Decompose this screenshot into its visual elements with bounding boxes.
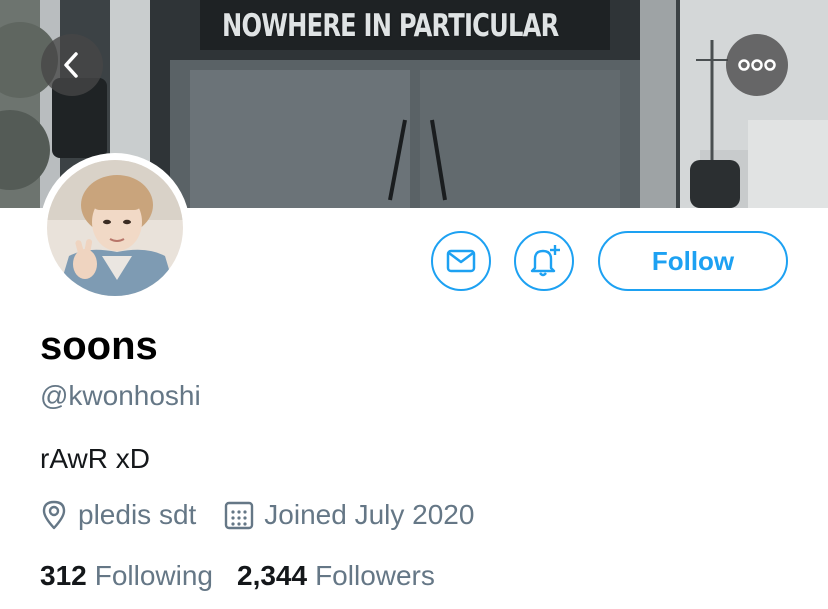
username-handle: @kwonhoshi [40,380,201,411]
avatar[interactable] [40,153,190,303]
location-pin-icon [42,500,66,530]
display-name: soons [40,324,158,368]
location-text: pledis sdt [78,499,197,530]
notifications-button[interactable] [514,231,574,291]
more-horizontal-icon [738,59,776,71]
following-label: Following [94,560,213,591]
banner-sign-text: NOWHERE IN PARTICULAR [222,8,559,44]
envelope-icon [446,249,476,273]
join-date-text: Joined July 2020 [264,499,475,530]
followers-stat[interactable]: 2,344 Followers [237,560,435,592]
chevron-left-icon [64,52,78,78]
profile-page: NOWHERE IN PARTICULAR Follow soons @kwon… [0,0,828,609]
follow-button[interactable]: Follow [598,231,788,291]
avatar-image [47,160,183,296]
profile-meta: pledis sdt Joined July 2020 [40,497,474,533]
follow-stats: 312 Following 2,344 Followers [40,558,435,594]
join-date: Joined July 2020 [224,499,474,531]
more-options-button[interactable] [726,34,788,96]
message-button[interactable] [431,231,491,291]
followers-label: Followers [315,560,435,591]
following-count: 312 [40,560,87,591]
following-stat[interactable]: 312 Following [40,560,213,592]
bell-plus-icon [530,245,560,277]
back-button[interactable] [41,34,103,96]
location: pledis sdt [40,499,196,531]
followers-count: 2,344 [237,560,308,591]
profile-bio: rAwR xD [40,443,150,474]
calendar-icon [225,501,254,530]
